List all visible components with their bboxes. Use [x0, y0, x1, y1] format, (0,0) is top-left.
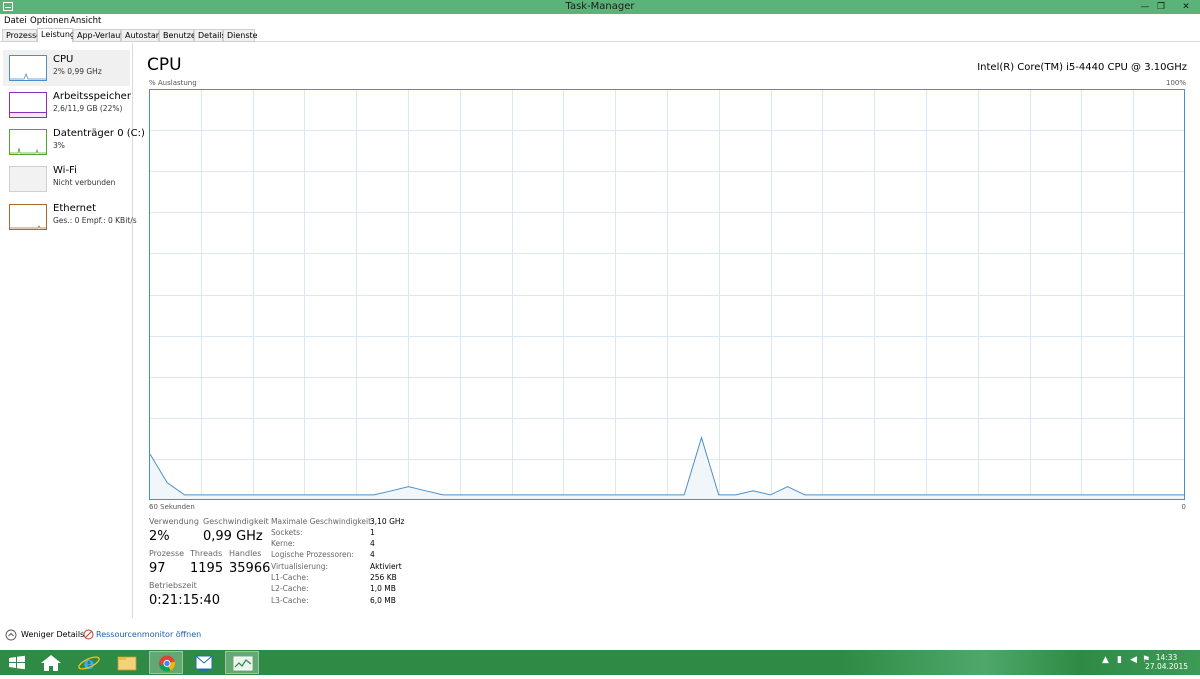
tab-details[interactable]: Details — [194, 29, 223, 42]
sidebar-item-sub: Ges.: 0 Empf.: 0 KBit/s — [53, 216, 137, 225]
threads-value: 1195 — [190, 561, 223, 576]
internet-explorer-icon[interactable]: e — [72, 651, 106, 674]
tab-benutzer[interactable]: Benutzer — [159, 29, 194, 42]
outlook-icon[interactable] — [187, 651, 221, 674]
detail-value: 1 — [370, 528, 375, 537]
verwendung-value: 2% — [149, 529, 170, 544]
detail-key: Maximale Geschwindigkeit: — [271, 517, 374, 526]
detail-value: 6,0 MB — [370, 596, 396, 605]
tab-dienste[interactable]: Dienste — [223, 29, 255, 42]
resource-sidebar: CPU 2% 0,99 GHz Arbeitsspeicher 2,6/11,9… — [0, 43, 133, 618]
minimize-button[interactable]: — — [1138, 0, 1152, 14]
tab-autostart[interactable]: Autostart — [121, 29, 159, 42]
geschwindigkeit-label: Geschwindigkeit — [203, 517, 269, 526]
ethernet-thumbnail-graph — [9, 204, 47, 230]
home-icon[interactable] — [34, 651, 68, 674]
handles-label: Handles — [229, 549, 261, 558]
sidebar-item-label: Ethernet — [53, 203, 96, 214]
sidebar-item-sub: Nicht verbunden — [53, 178, 115, 187]
sidebar-item-sub: 2,6/11,9 GB (22%) — [53, 104, 122, 113]
menu-bar: Datei Optionen Ansicht — [0, 14, 1200, 28]
threads-label: Threads — [190, 549, 222, 558]
memory-thumbnail-graph — [9, 92, 47, 118]
detail-value: 4 — [370, 539, 375, 548]
menu-datei[interactable]: Datei — [4, 16, 27, 26]
sidebar-item-cpu[interactable]: CPU 2% 0,99 GHz — [3, 50, 130, 86]
detail-value: Aktiviert — [370, 562, 402, 571]
betriebszeit-label: Betriebszeit — [149, 581, 197, 590]
task-manager-icon[interactable] — [225, 651, 259, 674]
show-hidden-icons-icon[interactable]: ▲ — [1102, 655, 1109, 665]
sidebar-item-arbeitsspeicher[interactable]: Arbeitsspeicher 2,6/11,9 GB (22%) — [3, 87, 130, 123]
verwendung-label: Verwendung — [149, 517, 199, 526]
detail-key: L3-Cache: — [271, 596, 309, 605]
cpu-thumbnail-graph — [9, 55, 47, 81]
page-title: CPU — [147, 55, 182, 75]
detail-value: 3,10 GHz — [370, 517, 404, 526]
sidebar-item-ethernet[interactable]: Ethernet Ges.: 0 Empf.: 0 KBit/s — [3, 199, 130, 235]
collapse-up-icon[interactable] — [5, 629, 17, 641]
y-axis-label: % Auslastung — [149, 79, 197, 87]
chrome-icon[interactable] — [149, 651, 183, 674]
tab-app-verlauf[interactable]: App-Verlauf — [73, 29, 121, 42]
prozesse-value: 97 — [149, 561, 166, 576]
geschwindigkeit-value: 0,99 GHz — [203, 529, 263, 544]
volume-icon[interactable]: ◀ — [1130, 655, 1137, 665]
wifi-thumbnail-graph — [9, 166, 47, 192]
detail-key: Sockets: — [271, 528, 303, 537]
window-title: Task-Manager — [0, 1, 1200, 12]
clock-date: 27.04.2015 — [1145, 662, 1188, 671]
menu-ansicht[interactable]: Ansicht — [70, 16, 101, 26]
title-bar: Task-Manager — ❐ ✕ — [0, 0, 1200, 14]
close-button[interactable]: ✕ — [1172, 0, 1200, 14]
x-axis-min: 0 — [1182, 503, 1186, 511]
prozesse-label: Prozesse — [149, 549, 184, 558]
tab-leistung[interactable]: Leistung — [37, 28, 73, 43]
network-icon[interactable]: ▮ — [1117, 655, 1122, 665]
sidebar-item-label: Arbeitsspeicher — [53, 91, 131, 102]
fewer-details-link[interactable]: Weniger Details — [21, 630, 84, 639]
detail-value: 1,0 MB — [370, 584, 396, 593]
detail-key: Logische Prozessoren: — [271, 550, 354, 559]
file-explorer-icon[interactable] — [110, 651, 144, 674]
tab-bar: Prozesse Leistung App-Verlauf Autostart … — [0, 28, 1200, 42]
detail-key: L1-Cache: — [271, 573, 309, 582]
detail-value: 4 — [370, 550, 375, 559]
clock-time: 14:33 — [1145, 653, 1188, 662]
detail-key: Virtualisierung: — [271, 562, 328, 571]
cpu-usage-graph — [149, 89, 1185, 500]
start-icon[interactable] — [0, 651, 34, 674]
betriebszeit-value: 0:21:15:40 — [149, 593, 220, 608]
detail-key: L2-Cache: — [271, 584, 309, 593]
restore-button[interactable]: ❐ — [1154, 0, 1168, 14]
y-axis-max: 100% — [1166, 79, 1186, 87]
cpu-model-name: Intel(R) Core(TM) i5-4440 CPU @ 3.10GHz — [977, 62, 1187, 73]
handles-value: 35966 — [229, 561, 270, 576]
sidebar-item-label: Datenträger 0 (C:) — [53, 128, 145, 139]
sidebar-item-sub: 3% — [53, 141, 65, 150]
disk-thumbnail-graph — [9, 129, 47, 155]
menu-optionen[interactable]: Optionen — [30, 16, 69, 26]
sidebar-item-wifi[interactable]: Wi-Fi Nicht verbunden — [3, 161, 130, 197]
system-clock[interactable]: 14:33 27.04.2015 — [1145, 653, 1188, 671]
taskbar: e ▲ ▮ ◀ ⚑ 14:33 27.04.2015 — [0, 650, 1200, 675]
sidebar-item-label: Wi-Fi — [53, 165, 77, 176]
resource-monitor-icon — [83, 629, 94, 640]
footer: Weniger Details Ressourcenmonitor öffnen — [0, 626, 1200, 648]
detail-key: Kerne: — [271, 539, 295, 548]
sidebar-item-sub: 2% 0,99 GHz — [53, 67, 102, 76]
resource-monitor-link[interactable]: Ressourcenmonitor öffnen — [96, 630, 201, 639]
detail-value: 256 KB — [370, 573, 397, 582]
sidebar-item-label: CPU — [53, 54, 73, 65]
sidebar-item-datentraeger[interactable]: Datenträger 0 (C:) 3% — [3, 124, 130, 160]
tab-prozesse[interactable]: Prozesse — [2, 29, 37, 42]
x-axis-label: 60 Sekunden — [149, 503, 195, 511]
